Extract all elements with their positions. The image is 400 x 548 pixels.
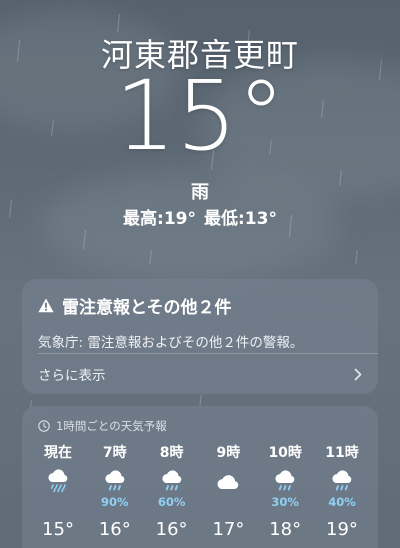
- hourly-list: 現在 15° 7時 90% 16° 8時 60% 16° 9時 17° 10時 …: [30, 442, 370, 540]
- hourly-header: 1時間ごとの天気予報: [38, 418, 167, 434]
- high-temperature: 最高:19°: [123, 209, 196, 229]
- hour-label: 8時: [159, 445, 184, 461]
- cloud-icon: [217, 475, 239, 489]
- heavy-rain-icon: [48, 469, 68, 493]
- clock-icon: [38, 420, 50, 432]
- low-temperature: 最低:13°: [204, 209, 277, 229]
- hour-label: 11時: [325, 445, 359, 461]
- show-more-button[interactable]: さらに表示: [22, 354, 378, 394]
- current-temperature: 15°: [114, 60, 286, 172]
- alert-title-row: 雷注意報とその他２件: [38, 293, 232, 318]
- hour-temperature: 16°: [98, 519, 131, 540]
- hourly-forecast-card[interactable]: 1時間ごとの天気予報 現在 15° 7時 90% 16° 8時 60% 16° …: [22, 406, 378, 548]
- hour-temperature: 15°: [42, 519, 74, 540]
- hour-temperature: 16°: [155, 519, 188, 540]
- hour-item[interactable]: 現在 15°: [30, 442, 86, 540]
- precip-probability: 60%: [157, 495, 186, 509]
- hour-temperature: 18°: [269, 519, 302, 540]
- hour-label: 現在: [44, 445, 72, 461]
- precip-probability: 30%: [271, 495, 299, 509]
- hour-item[interactable]: 7時 90% 16°: [87, 442, 143, 540]
- weather-alert-card[interactable]: 雷注意報とその他２件 気象庁: 雷注意報およびその他２件の警報。 さらに表示: [22, 279, 378, 394]
- alert-description: 気象庁: 雷注意報およびその他２件の警報。: [38, 335, 304, 351]
- alert-title: 雷注意報とその他２件: [62, 298, 232, 318]
- current-condition: 雨: [191, 182, 209, 203]
- precip-probability: 90%: [101, 495, 129, 509]
- rain-icon: [162, 470, 181, 491]
- chevron-right-icon: [354, 368, 362, 380]
- hour-item[interactable]: 11時 40% 19°: [314, 442, 370, 540]
- hourly-header-label: 1時間ごとの天気予報: [56, 419, 167, 433]
- hour-item[interactable]: 10時 30% 18°: [257, 442, 313, 540]
- hour-temperature: 19°: [326, 519, 358, 540]
- hour-item[interactable]: 8時 60% 16°: [144, 442, 200, 540]
- hour-label: 9時: [216, 445, 241, 461]
- rain-icon: [332, 470, 352, 491]
- show-more-label: さらに表示: [38, 368, 106, 384]
- hour-item[interactable]: 9時 17°: [200, 442, 256, 540]
- hour-temperature: 17°: [212, 519, 245, 540]
- high-low: 最高:19° 最低:13°: [0, 204, 400, 229]
- hour-label: 10時: [268, 445, 302, 461]
- hour-label: 7時: [102, 445, 127, 461]
- rain-icon: [275, 470, 295, 491]
- precip-probability: 40%: [328, 495, 356, 509]
- rain-icon: [105, 470, 125, 491]
- warning-icon: [38, 298, 54, 313]
